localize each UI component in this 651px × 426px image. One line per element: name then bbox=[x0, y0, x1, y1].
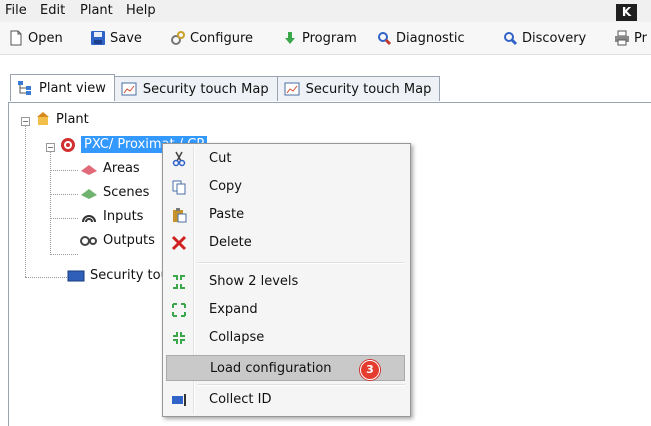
save-label: Save bbox=[110, 30, 142, 46]
tree-node-areas-label: Areas bbox=[103, 161, 140, 176]
program-button[interactable]: Program bbox=[282, 30, 357, 46]
plant-icon bbox=[37, 112, 49, 125]
tab-security-map-1[interactable]: Security touch Map bbox=[113, 76, 278, 101]
menu-item-paste-label: Paste bbox=[209, 207, 245, 222]
paste-icon bbox=[173, 208, 187, 223]
delete-x-icon bbox=[171, 235, 187, 251]
tree-node-outputs[interactable]: Outputs bbox=[80, 233, 155, 248]
discovery-icon bbox=[504, 32, 518, 46]
security-map-icon bbox=[67, 270, 85, 281]
collapse-toggle[interactable]: − bbox=[46, 143, 55, 152]
open-label: Open bbox=[28, 30, 63, 46]
menu-item-expand[interactable]: Expand bbox=[166, 297, 405, 323]
menu-separator bbox=[197, 384, 405, 386]
scissors-icon bbox=[172, 151, 186, 167]
tree-node-scenes-label: Scenes bbox=[103, 185, 150, 200]
show-levels-icon bbox=[173, 275, 185, 289]
tree-line bbox=[50, 151, 51, 255]
menu-item-load-configuration-label: Load configuration bbox=[210, 361, 332, 376]
configure-label: Configure bbox=[190, 30, 254, 46]
open-button[interactable]: Open bbox=[8, 30, 63, 46]
menu-edit[interactable]: Edit bbox=[40, 3, 65, 18]
printer-icon bbox=[615, 30, 629, 46]
configure-button[interactable]: Configure bbox=[170, 30, 253, 46]
menu-item-cut-label: Cut bbox=[209, 151, 232, 166]
map-icon bbox=[121, 82, 137, 96]
menu-help[interactable]: Help bbox=[126, 3, 156, 18]
tree-node-inputs[interactable]: Inputs bbox=[80, 209, 143, 224]
menu-item-collect-id-label: Collect ID bbox=[209, 392, 272, 407]
inputs-icon bbox=[82, 214, 96, 222]
menu-item-collapse[interactable]: Collapse bbox=[166, 325, 405, 351]
menu-separator bbox=[197, 262, 405, 264]
print-button[interactable]: Pr bbox=[614, 30, 647, 46]
menu-item-delete-label: Delete bbox=[209, 235, 252, 250]
print-label: Pr bbox=[634, 30, 647, 46]
collect-id-icon bbox=[172, 394, 186, 406]
map-icon bbox=[284, 82, 300, 96]
tree-node-inputs-label: Inputs bbox=[103, 209, 144, 224]
menu-item-delete[interactable]: Delete bbox=[166, 230, 405, 256]
tree-line bbox=[50, 194, 78, 195]
menu-item-show-2-levels[interactable]: Show 2 levels bbox=[166, 269, 405, 295]
menu-plant[interactable]: Plant bbox=[80, 3, 113, 18]
save-icon bbox=[91, 31, 105, 45]
menu-item-load-configuration[interactable]: Load configuration 3 bbox=[166, 355, 405, 381]
menu-item-collapse-label: Collapse bbox=[209, 330, 265, 345]
tree-node-scenes[interactable]: Scenes bbox=[80, 185, 149, 200]
discovery-label: Discovery bbox=[522, 30, 587, 46]
tab-plant-view-label: Plant view bbox=[39, 80, 106, 96]
outputs-icon bbox=[80, 235, 97, 246]
tab-security-map-1-label: Security touch Map bbox=[142, 81, 269, 97]
tree-line bbox=[25, 125, 26, 277]
collapse-toggle[interactable]: − bbox=[21, 117, 30, 126]
diagnostic-button[interactable]: Diagnostic bbox=[376, 30, 465, 46]
copy-icon bbox=[172, 180, 186, 195]
menu-item-show-2-levels-label: Show 2 levels bbox=[209, 274, 299, 289]
menu-item-copy-label: Copy bbox=[209, 179, 242, 194]
tree-line bbox=[50, 254, 78, 255]
tree-node-areas[interactable]: Areas bbox=[80, 161, 140, 176]
expand-icon bbox=[172, 303, 186, 317]
menu-bar: File Edit Plant Help K bbox=[0, 0, 651, 23]
program-arrow-icon bbox=[285, 32, 295, 44]
save-button[interactable]: Save bbox=[90, 30, 142, 46]
tab-security-map-2[interactable]: Security touch Map bbox=[276, 76, 441, 101]
tab-strip: Plant view Security touch Map Security t… bbox=[10, 74, 441, 103]
tree-node-outputs-label: Outputs bbox=[103, 233, 155, 248]
discovery-button[interactable]: Discovery bbox=[502, 30, 586, 46]
tree-node-plant-label: Plant bbox=[56, 111, 89, 127]
k-badge: K bbox=[616, 4, 637, 21]
toolbar: Open Save Configure Program Diagnostic D… bbox=[0, 22, 651, 55]
diagnostic-icon bbox=[378, 32, 392, 46]
areas-icon bbox=[81, 164, 97, 175]
tab-plant-view[interactable]: Plant view bbox=[10, 74, 115, 101]
menu-item-expand-label: Expand bbox=[209, 302, 258, 317]
tree-line bbox=[25, 277, 67, 278]
plant-view-icon bbox=[18, 81, 31, 95]
menu-item-cut[interactable]: Cut bbox=[166, 146, 405, 172]
step-badge: 3 bbox=[360, 360, 380, 380]
menu-item-copy[interactable]: Copy bbox=[166, 174, 405, 200]
collapse-icon bbox=[173, 332, 185, 344]
diagnostic-label: Diagnostic bbox=[396, 30, 465, 46]
tree-line bbox=[50, 218, 78, 219]
menu-item-paste[interactable]: Paste bbox=[166, 202, 405, 228]
app-window: File Edit Plant Help K Open Save Configu… bbox=[0, 0, 651, 426]
device-icon bbox=[61, 137, 75, 152]
open-icon bbox=[10, 30, 22, 46]
tab-security-map-2-label: Security touch Map bbox=[305, 81, 432, 97]
menu-item-collect-id[interactable]: Collect ID bbox=[166, 387, 405, 413]
context-menu: Cut Copy Paste Delete Show 2 levels Expa… bbox=[162, 143, 411, 417]
tree-node-plant[interactable]: Plant bbox=[35, 111, 89, 127]
configure-icon bbox=[171, 31, 185, 45]
tree-line bbox=[50, 170, 78, 171]
program-label: Program bbox=[302, 30, 357, 46]
scenes-icon bbox=[81, 188, 97, 199]
menu-file[interactable]: File bbox=[5, 3, 27, 18]
